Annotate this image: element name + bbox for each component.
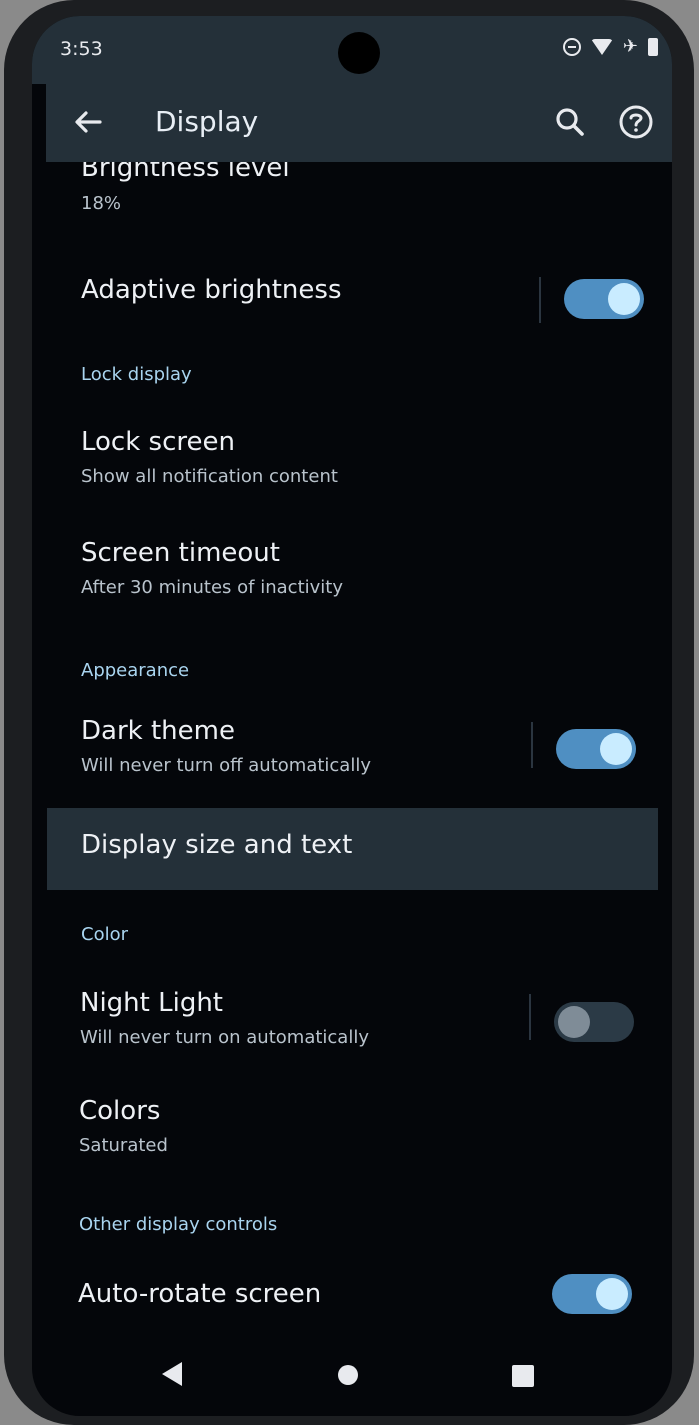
night-light-row[interactable]: Night Light Will never turn on automatic…	[32, 972, 672, 1072]
brightness-level-value: 18%	[81, 193, 122, 214]
camera-cutout	[338, 32, 380, 74]
switch-thumb	[600, 733, 632, 765]
section-header-other-display-controls: Other display controls	[79, 1214, 278, 1235]
lock-screen-title: Lock screen	[81, 427, 235, 457]
night-light-title: Night Light	[80, 988, 223, 1018]
brightness-level-title: Brightness level	[81, 162, 290, 183]
section-header-color: Color	[81, 924, 128, 945]
dark-theme-row[interactable]: Dark theme Will never turn off automatic…	[32, 712, 672, 808]
section-header-lock-display: Lock display	[81, 364, 192, 385]
lock-screen-row[interactable]: Lock screen Show all notification conten…	[32, 412, 672, 512]
nav-back-icon[interactable]	[162, 1362, 182, 1386]
dark-theme-summary: Will never turn off automatically	[81, 755, 371, 776]
status-time: 3:53	[60, 38, 103, 60]
status-bar: 3:53 ✈	[32, 16, 672, 84]
divider	[531, 722, 533, 768]
colors-row[interactable]: Colors Saturated	[32, 1082, 672, 1178]
auto-rotate-row[interactable]: Auto-rotate screen	[32, 1262, 672, 1332]
brightness-level-row[interactable]: Brightness level 18%	[32, 162, 672, 232]
switch-thumb	[608, 283, 640, 315]
night-light-switch[interactable]	[554, 1002, 634, 1042]
auto-rotate-title: Auto-rotate screen	[78, 1279, 322, 1309]
back-button[interactable]	[70, 104, 106, 140]
colors-summary: Saturated	[79, 1135, 168, 1156]
display-size-row[interactable]: Display size and text	[47, 808, 658, 890]
adaptive-brightness-title: Adaptive brightness	[81, 275, 342, 305]
page-title: Display	[155, 105, 259, 138]
battery-icon	[648, 38, 658, 56]
search-icon	[556, 108, 584, 136]
switch-thumb	[558, 1006, 590, 1038]
adaptive-brightness-switch[interactable]	[564, 279, 644, 319]
divider	[529, 994, 531, 1040]
screen-timeout-row[interactable]: Screen timeout After 30 minutes of inact…	[32, 522, 672, 622]
settings-list: Brightness level 18% Adaptive brightness…	[32, 162, 672, 1332]
nav-recents-icon[interactable]	[512, 1365, 534, 1387]
switch-thumb	[596, 1278, 628, 1310]
section-header-appearance: Appearance	[81, 660, 190, 681]
divider	[539, 277, 541, 323]
navigation-bar	[32, 1332, 672, 1416]
dark-theme-title: Dark theme	[81, 716, 235, 746]
do-not-disturb-icon	[562, 38, 581, 56]
colors-title: Colors	[79, 1096, 161, 1126]
night-light-summary: Will never turn on automatically	[80, 1027, 369, 1048]
adaptive-brightness-row[interactable]: Adaptive brightness	[32, 252, 672, 342]
help-circle-icon	[619, 105, 653, 139]
display-size-title: Display size and text	[81, 830, 353, 860]
screen-timeout-summary: After 30 minutes of inactivity	[81, 577, 343, 598]
status-icons: ✈	[562, 36, 658, 57]
search-button[interactable]	[552, 104, 588, 140]
wifi-icon	[590, 39, 613, 55]
screen: 3:53 ✈ Display Brightness level 18% Adap…	[32, 16, 672, 1416]
nav-home-icon[interactable]	[338, 1365, 358, 1385]
phone-frame: 3:53 ✈ Display Brightness level 18% Adap…	[4, 0, 694, 1425]
auto-rotate-switch[interactable]	[552, 1274, 632, 1314]
lock-screen-summary: Show all notification content	[81, 466, 338, 487]
help-button[interactable]	[616, 102, 656, 142]
arrow-back-icon	[75, 111, 102, 133]
dark-theme-switch[interactable]	[556, 729, 636, 769]
app-bar: Display	[46, 84, 672, 162]
airplane-icon: ✈	[622, 36, 638, 57]
screen-timeout-title: Screen timeout	[81, 538, 280, 568]
